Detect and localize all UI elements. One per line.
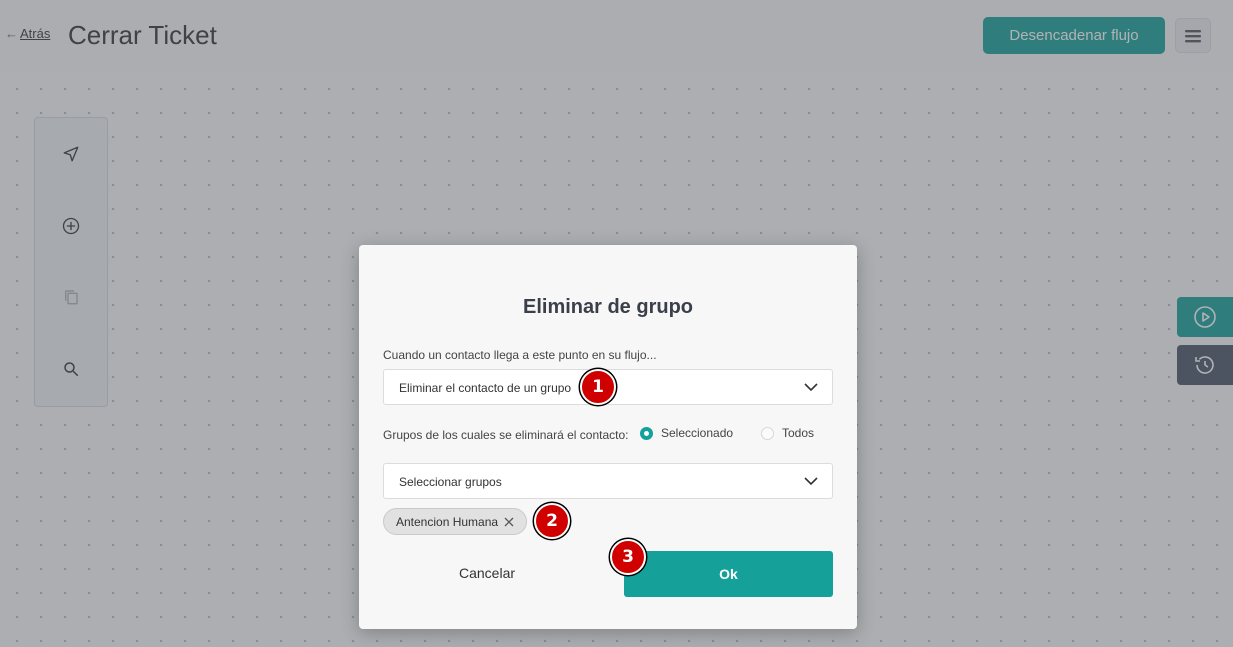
group-chip: Antencion Humana bbox=[383, 508, 528, 535]
chevron-down-icon bbox=[804, 383, 818, 392]
radio-all-label: Todos bbox=[782, 426, 815, 440]
ok-button[interactable]: Ok bbox=[624, 551, 833, 597]
radio-selected-label: Seleccionado bbox=[661, 426, 734, 440]
annotation-badge-3: 3 bbox=[610, 539, 646, 575]
remove-chip-icon[interactable] bbox=[504, 517, 514, 527]
groups-label: Grupos de los cuales se eliminará el con… bbox=[383, 428, 629, 442]
cancel-button[interactable]: Cancelar bbox=[424, 550, 550, 596]
group-chip-label: Antencion Humana bbox=[396, 514, 499, 529]
dialog-title: Eliminar de grupo bbox=[522, 296, 694, 318]
radio-selected[interactable]: Seleccionado bbox=[640, 426, 733, 440]
groups-select-placeholder: Seleccionar grupos bbox=[399, 475, 502, 489]
radio-selected-dot[interactable] bbox=[640, 426, 653, 440]
groups-select[interactable]: Seleccionar grupos bbox=[383, 463, 833, 499]
annotation-badge-1: 1 bbox=[580, 369, 616, 405]
when-label: Cuando un contacto llega a este punto en… bbox=[383, 348, 657, 362]
radio-all-dot[interactable] bbox=[761, 426, 774, 440]
action-select-value: Eliminar el contacto de un grupo bbox=[399, 381, 572, 395]
radio-all[interactable]: Todos bbox=[761, 426, 814, 440]
chevron-down-icon bbox=[804, 477, 818, 486]
annotation-badge-2: 2 bbox=[534, 503, 570, 539]
remove-from-group-dialog: Eliminar de grupo Cuando un contacto lle… bbox=[359, 245, 857, 629]
